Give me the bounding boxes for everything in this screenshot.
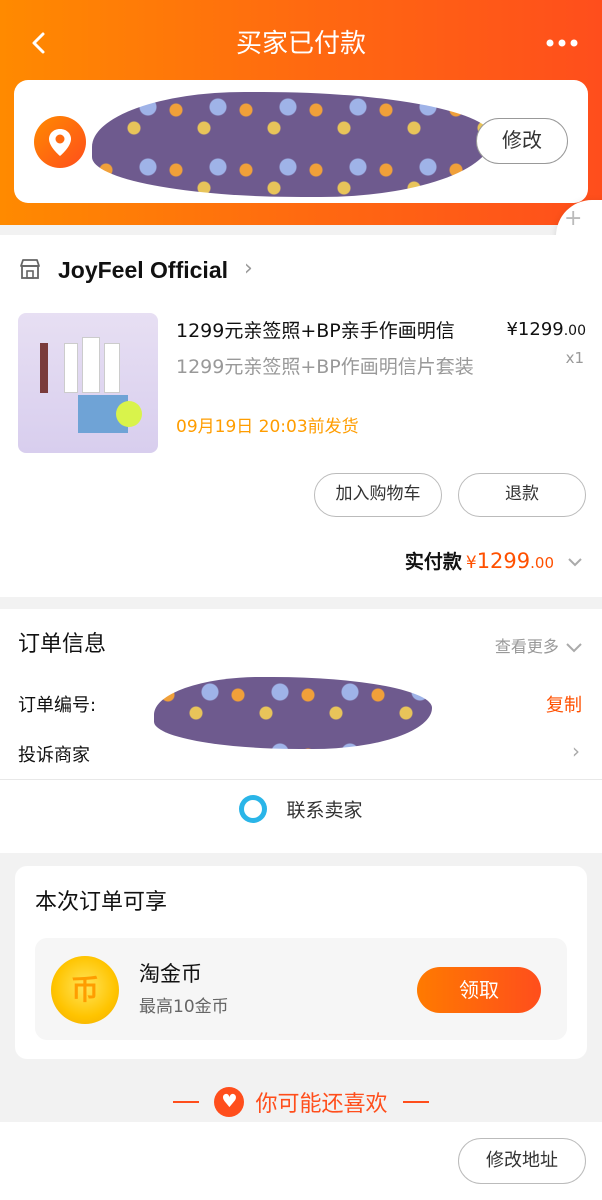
complaint-label[interactable]: 投诉商家 bbox=[18, 741, 90, 767]
shop-icon bbox=[18, 257, 42, 281]
address-redaction bbox=[92, 92, 492, 197]
refund-button[interactable]: 退款 bbox=[458, 473, 586, 517]
contact-seller-button[interactable]: 联系卖家 bbox=[0, 795, 602, 841]
product-price: ¥1299.00 bbox=[506, 319, 586, 340]
paid-yen: ¥ bbox=[465, 553, 477, 573]
more-icon[interactable] bbox=[542, 28, 582, 58]
divider bbox=[0, 779, 602, 780]
view-more-label: 查看更多 bbox=[494, 637, 559, 656]
contact-seller-label: 联系卖家 bbox=[286, 799, 363, 822]
claim-button[interactable]: 领取 bbox=[417, 967, 541, 1013]
add-to-cart-button[interactable]: 加入购物车 bbox=[314, 473, 442, 517]
paid-amount-row[interactable]: 实付款 ¥ 1299 .00 bbox=[405, 547, 584, 579]
order-info-card: 订单信息 查看更多 订单编号: 复制 投诉商家 › 联系卖家 bbox=[0, 609, 602, 853]
chevron-down-icon bbox=[566, 642, 582, 652]
edit-address-button[interactable]: 修改 bbox=[476, 118, 568, 164]
status-bar bbox=[0, 0, 602, 12]
bottom-action-bar: 修改地址 bbox=[0, 1122, 602, 1200]
recommend-header: ♥ 你可能还喜欢 bbox=[0, 1086, 602, 1126]
chat-face-icon bbox=[239, 795, 268, 823]
ship-deadline: 09月19日 20:03前发货 bbox=[176, 417, 359, 437]
copy-button[interactable]: 复制 bbox=[546, 691, 582, 717]
location-pin-icon bbox=[34, 116, 86, 168]
heart-icon: ♥ bbox=[214, 1087, 245, 1117]
order-number-redaction bbox=[154, 677, 432, 749]
benefits-title: 本次订单可享 bbox=[35, 890, 168, 915]
product-badge-shape bbox=[116, 401, 142, 427]
paid-amount: 1299 bbox=[476, 549, 531, 573]
shop-card: JoyFeel Official › 1299元亲签照+BP亲手作画明信 129… bbox=[0, 235, 602, 597]
paid-cents: .00 bbox=[530, 554, 554, 572]
coin-description: 最高10金币 bbox=[139, 997, 229, 1017]
order-info-title: 订单信息 bbox=[18, 632, 107, 657]
product-image[interactable] bbox=[18, 313, 158, 453]
product-bottle-shape bbox=[64, 343, 78, 393]
chevron-right-icon[interactable]: › bbox=[244, 256, 253, 281]
order-number-label: 订单编号: bbox=[18, 695, 97, 716]
price-cents: .00 bbox=[563, 323, 586, 339]
chevron-right-icon[interactable]: › bbox=[572, 739, 580, 763]
recommend-label: 你可能还喜欢 bbox=[255, 1092, 388, 1117]
coin-name: 淘金币 bbox=[139, 962, 202, 986]
divider-line bbox=[402, 1101, 429, 1103]
address-card[interactable]: 修改 bbox=[14, 80, 588, 203]
page-header: 买家已付款 修改 bbox=[0, 0, 602, 225]
edit-address-bottom-button[interactable]: 修改地址 bbox=[458, 1138, 586, 1184]
plus-icon[interactable]: + bbox=[564, 206, 582, 231]
product-bottle-shape bbox=[104, 343, 120, 393]
shop-name[interactable]: JoyFeel Official bbox=[58, 255, 228, 285]
product-title[interactable]: 1299元亲签照+BP亲手作画明信 bbox=[176, 317, 496, 345]
product-subtitle: 1299元亲签照+BP作画明信片套装 bbox=[176, 356, 474, 378]
page-title: 买家已付款 bbox=[235, 29, 366, 59]
benefits-card: 本次订单可享 淘金币 最高10金币 领取 bbox=[15, 866, 587, 1059]
view-more-link[interactable]: 查看更多 bbox=[495, 633, 584, 657]
divider-line bbox=[173, 1101, 200, 1103]
product-bottle-shape bbox=[82, 337, 100, 393]
price-main: ¥1299 bbox=[506, 319, 564, 340]
product-quantity: x1 bbox=[565, 349, 584, 367]
gold-coin-icon bbox=[51, 956, 119, 1024]
paid-label: 实付款 bbox=[404, 551, 462, 573]
product-brush-shape bbox=[40, 343, 48, 393]
coin-benefit-row: 淘金币 最高10金币 领取 bbox=[35, 938, 567, 1040]
chevron-down-icon[interactable] bbox=[566, 553, 584, 572]
